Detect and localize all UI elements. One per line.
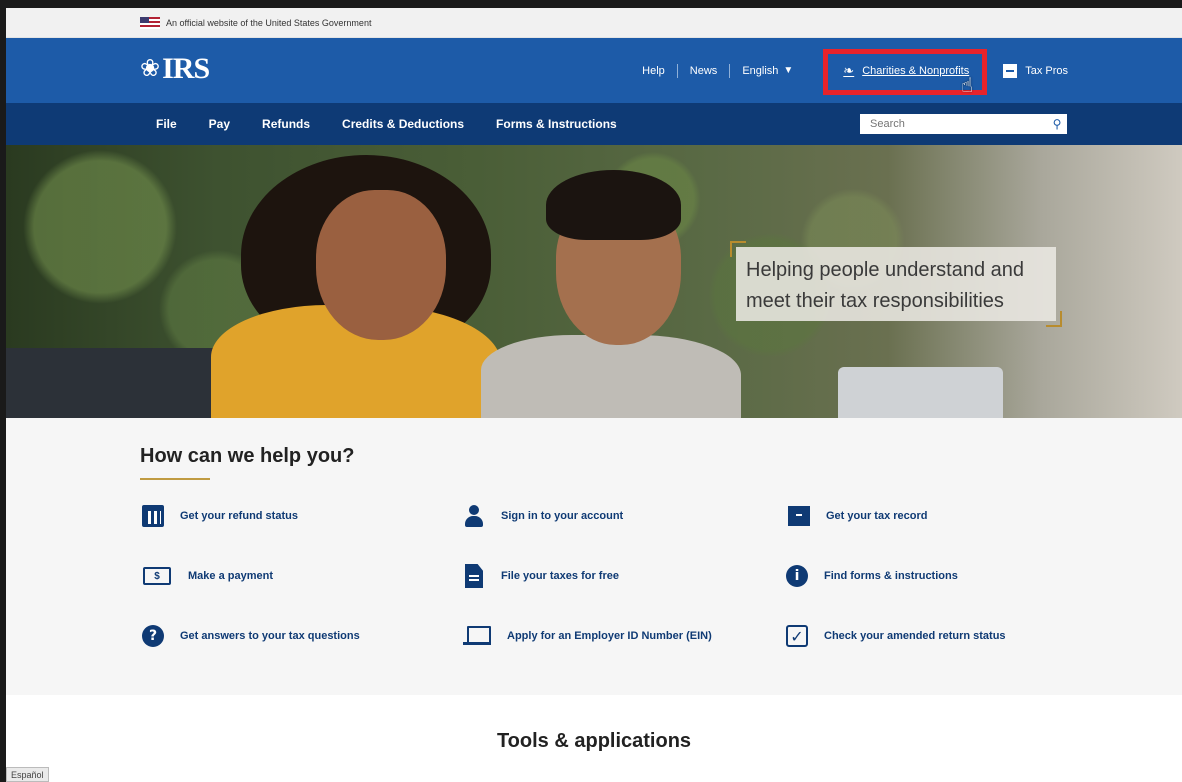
apply-ein-link[interactable]: Apply for an Employer ID Number (EIN) <box>461 625 712 647</box>
user-icon <box>461 505 487 527</box>
question-icon: ? <box>140 625 166 647</box>
sign-in-link[interactable]: Sign in to your account <box>461 505 623 527</box>
site-header: ❀ IRS Help News English ▼ ❧ Charities & … <box>6 38 1182 103</box>
help-item-label: Find forms & instructions <box>824 570 958 582</box>
help-item-label: Apply for an Employer ID Number (EIN) <box>507 630 712 642</box>
refund-status-link[interactable]: Get your refund status <box>140 505 298 527</box>
cash-icon: $ <box>140 565 174 587</box>
irs-logo[interactable]: ❀ IRS <box>140 52 210 86</box>
help-item-label: Make a payment <box>188 570 273 582</box>
gov-banner-text: An official website of the United States… <box>166 17 372 28</box>
make-payment-link[interactable]: $ Make a payment <box>140 565 273 587</box>
nav-pay[interactable]: Pay <box>209 117 230 131</box>
amended-return-link[interactable]: ✓ Check your amended return status <box>784 625 1006 647</box>
tax-pros-icon <box>1003 63 1018 78</box>
tax-record-link[interactable]: Get your tax record <box>786 505 927 527</box>
tagline-corner <box>1046 311 1062 327</box>
title-underline <box>140 478 210 480</box>
checkbox-icon: ✓ <box>784 625 810 647</box>
hand-cursor-icon: ☝ <box>961 74 974 97</box>
nav-refunds[interactable]: Refunds <box>262 117 310 131</box>
hero-person-man <box>471 170 751 418</box>
tools-title: Tools & applications <box>496 730 692 752</box>
search-input[interactable] <box>860 114 1047 134</box>
hero-hair <box>546 170 681 240</box>
language-selector[interactable]: English ▼ <box>730 65 805 77</box>
us-flag-icon <box>140 16 160 29</box>
leaf-icon: ❧ <box>843 62 855 78</box>
search-box: ⚲ <box>860 114 1067 134</box>
calendar-icon <box>140 505 166 527</box>
tax-questions-link[interactable]: ? Get answers to your tax questions <box>140 625 360 647</box>
hero-tagline: Helping people understand and meet their… <box>730 241 1062 327</box>
hero-laptop <box>838 367 1003 418</box>
main-nav: File Pay Refunds Credits & Deductions Fo… <box>6 103 1182 145</box>
help-item-label: Check your amended return status <box>824 630 1006 642</box>
hero-banner: Helping people understand and meet their… <box>6 145 1182 418</box>
laptop-icon <box>461 625 493 647</box>
status-bar: Español <box>6 767 49 782</box>
news-link[interactable]: News <box>678 65 730 77</box>
archive-icon <box>786 505 812 527</box>
help-title: How can we help you? <box>140 445 355 467</box>
help-item-label: Get answers to your tax questions <box>180 630 360 642</box>
chevron-down-icon: ▼ <box>783 65 794 76</box>
language-label: English <box>742 64 779 77</box>
charities-label: Charities & Nonprofits <box>862 64 970 77</box>
logo-text: IRS <box>162 52 210 85</box>
nav-credits-deductions[interactable]: Credits & Deductions <box>342 117 464 131</box>
tools-section: Tools & applications Español <box>6 695 1182 782</box>
charities-nonprofits-link[interactable]: ❧ Charities & Nonprofits ☝ <box>823 48 988 97</box>
help-link[interactable]: Help <box>630 65 677 77</box>
file-free-link[interactable]: File your taxes for free <box>461 564 619 588</box>
help-item-label: Get your tax record <box>826 510 928 522</box>
find-forms-link[interactable]: i Find forms & instructions <box>784 565 958 587</box>
browser-page: An official website of the United States… <box>6 8 1182 782</box>
document-icon <box>461 564 487 588</box>
gov-banner: An official website of the United States… <box>6 8 1182 38</box>
tax-pros-link[interactable]: Tax Pros <box>985 63 1182 78</box>
help-item-label: Get your refund status <box>180 510 298 522</box>
tax-pros-label: Tax Pros <box>1025 64 1068 77</box>
utility-nav: Help News English ▼ ❧ Charities & Nonpro… <box>630 38 1182 103</box>
hero-couch <box>6 348 246 418</box>
help-item-label: Sign in to your account <box>501 510 624 522</box>
tagline-line-2: meet their tax responsibilities <box>746 290 1004 312</box>
info-icon: i <box>784 565 810 587</box>
help-item-label: File your taxes for free <box>501 570 619 582</box>
nav-forms-instructions[interactable]: Forms & Instructions <box>496 117 617 131</box>
nav-file[interactable]: File <box>156 117 177 131</box>
search-icon[interactable]: ⚲ <box>1047 114 1067 134</box>
hero-shirt <box>481 335 741 418</box>
eagle-icon: ❀ <box>140 55 161 82</box>
hero-person-woman <box>211 155 511 418</box>
hero-face <box>316 190 446 340</box>
tagline-corner <box>730 241 746 257</box>
tagline-line-1: Helping people understand and <box>746 259 1024 281</box>
help-section: How can we help you? Get your refund sta… <box>6 418 1182 695</box>
